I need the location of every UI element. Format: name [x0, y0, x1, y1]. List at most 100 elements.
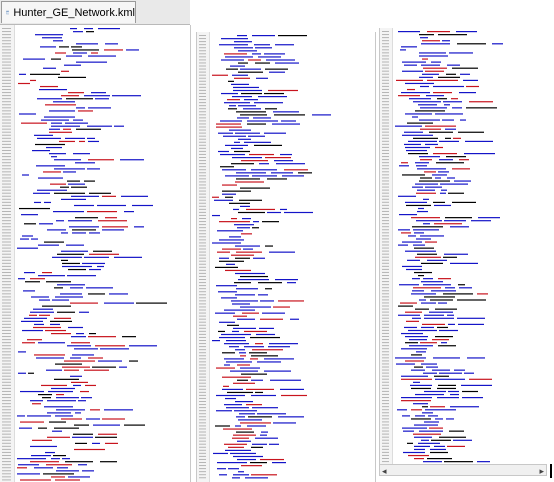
code-token	[238, 138, 251, 140]
code-token	[422, 412, 433, 414]
code-token	[73, 52, 87, 54]
line-number	[2, 476, 11, 478]
code-token	[240, 306, 271, 308]
code-token	[46, 146, 62, 149]
line-number	[382, 372, 389, 374]
line-number	[382, 235, 389, 237]
line-number	[199, 196, 206, 198]
line-number	[382, 250, 389, 252]
line-number	[382, 369, 389, 371]
code-token	[437, 326, 448, 329]
code-token	[57, 253, 84, 255]
code-token	[76, 128, 101, 130]
line-number	[199, 230, 206, 232]
code-token	[414, 271, 432, 274]
code-token	[240, 68, 261, 70]
code-token	[255, 437, 278, 439]
code-token	[466, 107, 497, 109]
code-token	[275, 279, 298, 281]
code-token	[241, 465, 262, 467]
code-token	[52, 299, 69, 301]
code-token	[401, 46, 417, 48]
code-token	[89, 232, 100, 234]
code-token	[431, 290, 456, 292]
code-token	[406, 149, 427, 152]
code-token	[469, 101, 493, 103]
horizontal-scrollbar[interactable]: ◂ ▸	[379, 464, 547, 476]
code-token	[426, 366, 438, 368]
code-token	[41, 384, 67, 387]
code-token	[445, 287, 455, 289]
line-number	[199, 458, 206, 460]
code-pane-1[interactable]	[0, 25, 191, 482]
code-token	[42, 272, 52, 274]
code-token	[258, 294, 268, 296]
code-token	[253, 117, 271, 119]
line-number	[382, 46, 389, 48]
code-token	[93, 424, 120, 426]
line-number	[199, 56, 206, 58]
code-token	[278, 300, 304, 302]
code-token	[64, 64, 81, 66]
code-token	[439, 140, 459, 142]
line-number	[2, 427, 11, 429]
code-token	[462, 390, 478, 393]
code-token	[222, 248, 241, 250]
line-number	[199, 300, 206, 302]
line-number	[382, 375, 389, 377]
scroll-left-arrow-icon[interactable]: ◂	[382, 466, 387, 476]
code-token	[88, 140, 99, 143]
line-number	[2, 82, 11, 84]
code-token	[412, 317, 421, 319]
line-number	[382, 70, 389, 72]
line-number	[382, 49, 389, 51]
code-token	[397, 409, 407, 411]
code-token	[241, 233, 252, 235]
code-token	[61, 95, 79, 97]
code-token	[421, 439, 429, 441]
line-number	[2, 293, 11, 295]
code-token	[413, 101, 441, 103]
code-token	[402, 134, 433, 136]
line-number	[2, 348, 11, 350]
scroll-right-arrow-icon[interactable]: ▸	[539, 466, 544, 476]
code-token	[38, 427, 47, 429]
code-token	[258, 96, 287, 98]
code-pane-2[interactable]	[196, 32, 376, 482]
line-number	[382, 406, 389, 408]
line-number	[2, 134, 11, 136]
code-token	[264, 358, 294, 360]
code-token	[223, 135, 246, 137]
code-token	[38, 244, 59, 246]
line-number	[199, 184, 206, 186]
code-token	[237, 364, 250, 366]
code-token	[278, 35, 307, 37]
line-number	[2, 70, 11, 72]
line-number	[2, 165, 11, 167]
code-token	[240, 114, 267, 116]
line-number	[2, 366, 11, 368]
code-token	[240, 422, 271, 424]
code-pane-3[interactable]	[379, 28, 548, 464]
code-token	[74, 348, 98, 350]
code-token	[56, 220, 64, 222]
line-number	[2, 116, 11, 118]
code-token	[312, 114, 331, 116]
code-token	[427, 458, 452, 460]
code-token	[30, 311, 54, 313]
code-token	[91, 52, 98, 54]
code-token	[37, 137, 61, 139]
code-token	[412, 290, 424, 292]
code-token	[439, 436, 466, 438]
file-tab[interactable]: Hunter_GE_Network.kml	[1, 1, 136, 23]
code-token	[236, 172, 266, 174]
code-token	[411, 409, 422, 411]
code-token	[63, 171, 76, 173]
line-number	[199, 202, 206, 204]
code-token	[51, 476, 65, 478]
line-number	[2, 204, 11, 206]
line-number	[2, 342, 11, 344]
line-number	[2, 168, 11, 170]
line-number	[199, 462, 206, 463]
code-token	[47, 229, 66, 231]
